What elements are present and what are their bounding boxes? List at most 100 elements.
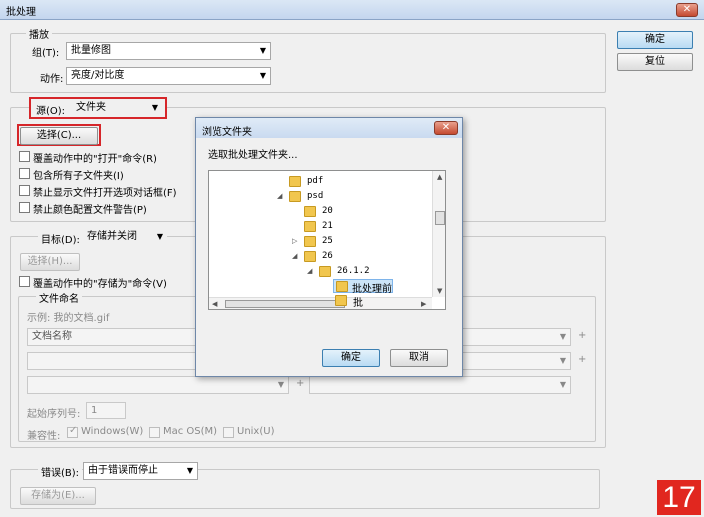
scroll-thumb[interactable]	[435, 211, 445, 225]
window-title: 批处理	[6, 7, 36, 18]
save-as-button[interactable]: 存储为(E)...	[20, 487, 96, 505]
serial-label: 起始序列号:	[27, 409, 81, 420]
suppress-color-warning-label: 禁止颜色配置文件警告(P)	[33, 205, 147, 216]
override-open-label: 覆盖动作中的"打开"命令(R)	[33, 154, 157, 165]
suppress-open-options-label: 禁止显示文件打开选项对话框(F)	[33, 188, 177, 199]
tree-item-label: 26	[322, 251, 333, 261]
naming-field-4[interactable]: ▼	[461, 352, 571, 370]
plus-icon: +	[578, 330, 587, 341]
serial-value: 1	[91, 405, 98, 416]
title-bar	[0, 0, 704, 20]
include-subfolders-checkbox[interactable]	[19, 168, 30, 179]
errors-value: 由于错误而停止	[88, 465, 158, 476]
dest-select[interactable]: 存储并关闭 ▼	[83, 229, 167, 247]
compat-mac-label: Mac OS(M)	[163, 426, 218, 437]
plus-icon: +	[578, 354, 587, 365]
play-legend: 播放	[26, 26, 52, 41]
folder-icon	[289, 176, 301, 187]
include-subfolders-label: 包含所有子文件夹(I)	[33, 171, 124, 182]
scroll-right-icon[interactable]: ▶	[421, 300, 426, 308]
suppress-open-options-checkbox[interactable]	[19, 185, 30, 196]
set-select[interactable]: 批量修图 ▼	[66, 42, 271, 60]
expanded-arrow-icon[interactable]: ◢	[292, 252, 297, 260]
browse-prompt: 选取批处理文件夹...	[208, 150, 298, 161]
action-label: 动作:	[40, 74, 64, 85]
override-saveas-checkbox[interactable]	[19, 276, 30, 287]
naming-field-2[interactable]: ▼	[461, 328, 571, 346]
override-open-checkbox[interactable]	[19, 151, 30, 162]
folder-icon	[335, 295, 347, 306]
scroll-left-icon[interactable]: ◀	[212, 300, 217, 308]
source-value: 文件夹	[76, 102, 106, 113]
folder-icon	[336, 281, 348, 292]
folder-icon	[304, 236, 316, 247]
naming-example: 示例: 我的文档.gif	[27, 313, 110, 324]
expanded-arrow-icon[interactable]: ◢	[307, 267, 312, 275]
override-saveas-label: 覆盖动作中的"存储为"命令(V)	[33, 279, 167, 290]
scroll-down-icon[interactable]: ▼	[437, 287, 442, 295]
source-select[interactable]: 文件夹 ▼	[72, 100, 162, 118]
browse-title: 浏览文件夹	[202, 127, 252, 138]
dest-label: 目标(D):	[38, 231, 83, 246]
folder-icon	[304, 251, 316, 262]
naming-field-1-value: 文档名称	[32, 331, 72, 342]
source-label: 源(O):	[36, 106, 66, 117]
tree-item-label: 21	[322, 221, 333, 231]
ok-button[interactable]: 确定	[617, 31, 693, 49]
chevron-down-icon: ▼	[559, 356, 566, 365]
compat-windows-label: Windows(W)	[81, 426, 144, 437]
chevron-down-icon: ▼	[559, 332, 566, 341]
dest-choose-button[interactable]: 选择(H)...	[20, 253, 80, 271]
tree-item-selected[interactable]: 批处理前	[333, 279, 393, 295]
errors-label: 错误(B):	[38, 464, 83, 479]
step-badge: 17	[657, 480, 701, 515]
collapsed-arrow-icon[interactable]: ▷	[292, 237, 297, 245]
folder-icon	[304, 206, 316, 217]
set-label: 组(T):	[32, 48, 60, 59]
set-value: 批量修图	[71, 45, 111, 56]
serial-input[interactable]: 1	[86, 402, 126, 419]
tree-item-label: pdf	[307, 176, 324, 186]
folder-icon	[319, 266, 331, 277]
hscroll-thumb[interactable]	[225, 300, 345, 308]
horizontal-scrollbar[interactable]: ◀ ▶	[209, 297, 432, 309]
plus-icon: +	[296, 378, 305, 389]
source-choose-button[interactable]: 选择(C)...	[20, 127, 98, 145]
suppress-color-warning-checkbox[interactable]	[19, 202, 30, 213]
folder-tree[interactable]: ▲ ▼ ◀ ▶ pdf ◢ psd 20 21 ▷ 25 ◢ 26 ◢ 26.1…	[208, 170, 446, 310]
expanded-arrow-icon[interactable]: ◢	[277, 192, 282, 200]
close-icon[interactable]: ✕	[676, 3, 698, 17]
compat-unix-label: Unix(U)	[237, 426, 275, 437]
dest-value: 存储并关闭	[87, 231, 137, 242]
naming-field-5[interactable]: ▼	[27, 376, 289, 394]
action-select[interactable]: 亮度/对比度 ▼	[66, 67, 271, 85]
tree-item-label: 25	[322, 236, 333, 246]
scroll-up-icon[interactable]: ▲	[437, 173, 442, 181]
compat-label: 兼容性:	[27, 431, 61, 442]
compat-unix-checkbox[interactable]	[223, 427, 234, 438]
tree-item-label: 批处理前	[352, 284, 392, 295]
folder-icon	[304, 221, 316, 232]
tree-item-label: 20	[322, 206, 333, 216]
checkmark-icon: ✓	[69, 425, 78, 436]
chevron-down-icon: ▼	[156, 232, 163, 241]
tree-item-label: 批处理后	[353, 298, 363, 309]
browse-folder-dialog: 浏览文件夹 ✕ 选取批处理文件夹... ▲ ▼ ◀ ▶ pdf ◢ psd 20	[195, 117, 463, 377]
compat-windows-checkbox[interactable]: ✓	[67, 425, 78, 438]
chevron-down-icon: ▼	[151, 103, 158, 112]
compat-mac-checkbox[interactable]	[149, 427, 160, 438]
naming-legend: 文件命名	[36, 290, 82, 305]
naming-field-6[interactable]: ▼	[309, 376, 571, 394]
browse-cancel-button[interactable]: 取消	[390, 349, 448, 367]
chevron-down-icon: ▼	[559, 380, 566, 389]
reset-button[interactable]: 复位	[617, 53, 693, 71]
errors-select[interactable]: 由于错误而停止 ▼	[83, 462, 198, 480]
tree-item-label: psd	[307, 191, 324, 201]
chevron-down-icon: ▼	[259, 71, 266, 80]
tree-item-label: 26.1.2	[337, 266, 370, 276]
chevron-down-icon: ▼	[186, 466, 193, 475]
folder-icon	[289, 191, 301, 202]
close-icon[interactable]: ✕	[434, 121, 458, 135]
vertical-scrollbar[interactable]: ▲ ▼	[432, 171, 445, 297]
browse-ok-button[interactable]: 确定	[322, 349, 380, 367]
